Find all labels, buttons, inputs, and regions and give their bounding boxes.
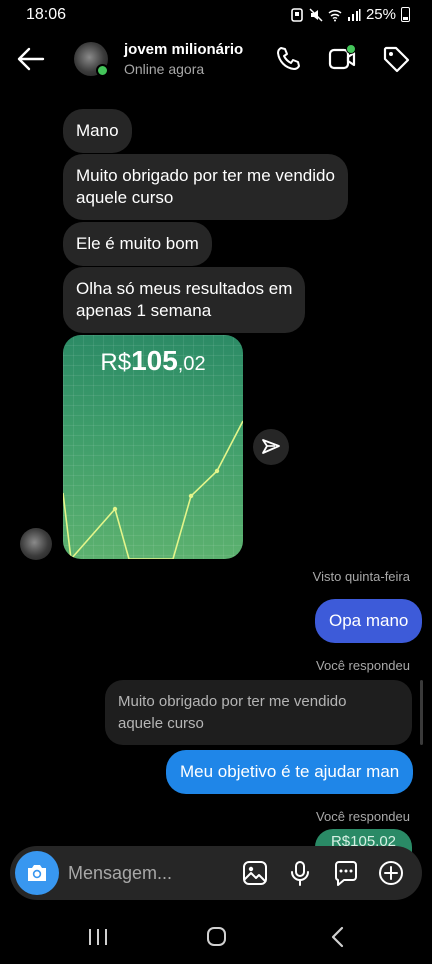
message-input[interactable] <box>68 860 238 886</box>
sticker-icon[interactable] <box>332 859 360 887</box>
share-icon <box>262 439 280 454</box>
back-arrow-icon[interactable] <box>16 46 46 72</box>
nfc-icon <box>291 7 303 22</box>
message-text: Meu objetivo é te ajudar man <box>180 762 400 781</box>
message-text: apenas 1 semana <box>76 301 212 320</box>
camera-icon <box>28 865 46 881</box>
mute-icon <box>309 7 323 22</box>
battery-percent: 25% <box>365 6 396 23</box>
replied-label: Você respondeu <box>316 658 410 673</box>
recent-apps-icon[interactable] <box>84 924 112 950</box>
message-outgoing[interactable]: Meu objetivo é te ajudar man <box>166 750 414 794</box>
message-text: aquele curso <box>76 188 174 207</box>
message-text: Olha só meus resultados em <box>76 279 293 298</box>
message-composer <box>10 846 422 900</box>
camera-button[interactable] <box>15 851 59 895</box>
message-text: Mano <box>76 121 119 140</box>
tag-icon[interactable] <box>381 44 411 74</box>
quote-text: Muito obrigado por ter me vendido <box>118 693 347 710</box>
sender-avatar[interactable] <box>20 528 52 560</box>
replied-label: Você respondeu <box>316 809 410 824</box>
chat-header: jovem milionário Online agora <box>0 38 432 82</box>
home-icon[interactable] <box>202 924 230 950</box>
status-icons: 25% <box>290 6 410 23</box>
contact-status: Online agora <box>124 61 205 77</box>
signal-icon <box>347 8 361 21</box>
system-nav-bar <box>0 910 432 964</box>
message-text: Opa mano <box>329 611 409 630</box>
message-text: Ele é muito bom <box>76 234 199 253</box>
message-text: Muito obrigado por ter me vendido <box>76 166 335 185</box>
plus-icon[interactable] <box>377 859 405 887</box>
quoted-message[interactable]: Muito obrigado por ter me vendido aquele… <box>105 680 412 745</box>
online-indicator <box>96 64 109 77</box>
message-outgoing[interactable]: Opa mano <box>315 599 423 643</box>
battery-icon <box>401 7 410 22</box>
wifi-icon <box>328 9 342 21</box>
balance-chart-line <box>63 420 243 559</box>
quote-text: aquele curso <box>118 715 204 732</box>
video-active-dot <box>346 44 356 54</box>
seen-label: Visto quinta-feira <box>312 569 410 584</box>
share-button[interactable] <box>253 429 289 465</box>
status-time: 18:06 <box>26 6 67 23</box>
mic-icon[interactable] <box>286 859 314 887</box>
gallery-icon[interactable] <box>241 859 269 887</box>
call-icon[interactable] <box>274 44 304 74</box>
message-incoming[interactable]: Ele é muito bom <box>63 222 212 266</box>
status-bar: 18:06 25% <box>0 0 432 30</box>
message-incoming[interactable]: Muito obrigado por ter me vendido aquele… <box>63 154 348 220</box>
back-nav-icon[interactable] <box>324 924 352 950</box>
quote-bar <box>420 680 423 745</box>
message-incoming[interactable]: Olha só meus resultados em apenas 1 sema… <box>63 267 306 333</box>
contact-name[interactable]: jovem milionário <box>124 41 243 58</box>
image-message[interactable]: R$105,02 <box>63 335 243 559</box>
message-incoming[interactable]: Mano <box>63 109 132 153</box>
